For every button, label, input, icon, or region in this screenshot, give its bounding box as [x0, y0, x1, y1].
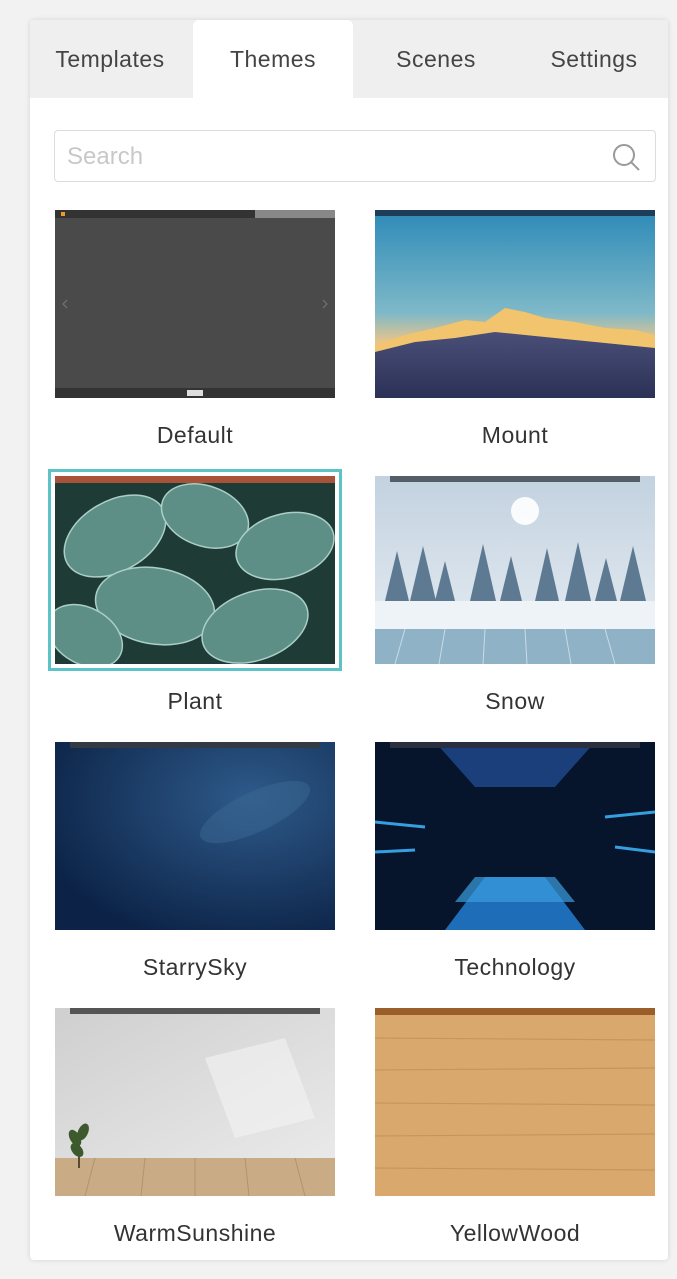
search-box	[54, 130, 656, 183]
search-icon[interactable]	[611, 142, 641, 172]
theme-label-mount: Mount	[481, 422, 549, 448]
search-input[interactable]	[65, 131, 599, 183]
theme-thumbnail-plant[interactable]	[48, 469, 342, 671]
theme-label-snow: Snow	[485, 688, 545, 714]
tab-themes[interactable]: Themes	[193, 20, 353, 98]
theme-label-plant: Plant	[167, 688, 223, 714]
tab-templates[interactable]: Templates	[30, 20, 190, 98]
tab-bar: Templates Themes Scenes Settings	[30, 20, 668, 98]
tab-settings[interactable]: Settings	[520, 20, 668, 98]
tab-scenes[interactable]: Scenes	[356, 20, 516, 98]
theme-thumbnail-default[interactable]	[55, 210, 335, 398]
theme-thumbnail-warmsunshine[interactable]	[55, 1008, 335, 1196]
theme-label-technology: Technology	[454, 954, 576, 980]
theme-thumbnail-technology[interactable]	[375, 742, 655, 930]
theme-label-starrysky: StarrySky	[142, 954, 248, 980]
theme-thumbnail-snow[interactable]	[375, 476, 655, 664]
theme-thumbnail-yellowwood[interactable]	[375, 1008, 655, 1196]
theme-label-warmsunshine: WarmSunshine	[113, 1220, 277, 1246]
themes-panel: Templates Themes Scenes Settings Default	[30, 20, 668, 1260]
theme-thumbnail-starrysky[interactable]	[55, 742, 335, 930]
theme-label-default: Default	[156, 422, 234, 448]
theme-thumbnail-mount[interactable]	[375, 210, 655, 398]
theme-label-yellowwood: YellowWood	[449, 1220, 581, 1246]
